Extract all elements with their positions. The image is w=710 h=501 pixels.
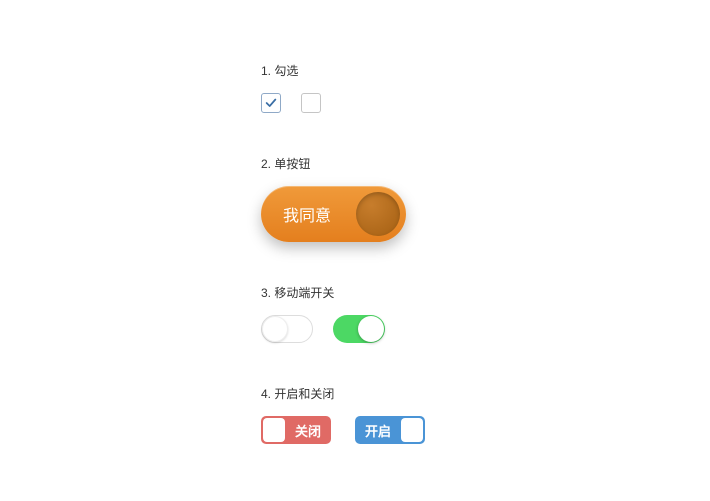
agree-button-knob [356,192,400,236]
section-title-big-button: 2. 单按钮 [261,155,425,172]
section-title-mobile-toggle: 3. 移动端开关 [261,284,425,301]
section-big-button: 2. 单按钮 我同意 [261,155,425,242]
checkbox-1[interactable] [261,93,281,113]
toggle-row [261,315,425,343]
agree-button[interactable]: 我同意 [261,186,406,242]
section-labeled-switch: 4. 开启和关闭 关闭 开启 [261,385,425,444]
labeled-switch-on[interactable]: 开启 [355,416,425,444]
toggle-knob [358,316,384,342]
toggle-knob [262,316,288,342]
mobile-toggle-2[interactable] [333,315,385,343]
section-checkbox: 1. 勾选 [261,62,425,113]
section-title-labeled-switch: 4. 开启和关闭 [261,385,425,402]
switch-knob [263,418,285,442]
section-mobile-toggle: 3. 移动端开关 [261,284,425,343]
checkbox-2[interactable] [301,93,321,113]
labeled-switch-off[interactable]: 关闭 [261,416,331,444]
agree-button-label: 我同意 [283,202,331,226]
switch-on-label: 开启 [365,421,391,440]
mobile-toggle-1[interactable] [261,315,313,343]
switch-row: 关闭 开启 [261,416,425,444]
checkmark-icon [264,96,278,110]
switch-knob [401,418,423,442]
switch-off-label: 关闭 [295,421,321,440]
checkbox-row [261,93,425,113]
section-title-checkbox: 1. 勾选 [261,62,425,79]
